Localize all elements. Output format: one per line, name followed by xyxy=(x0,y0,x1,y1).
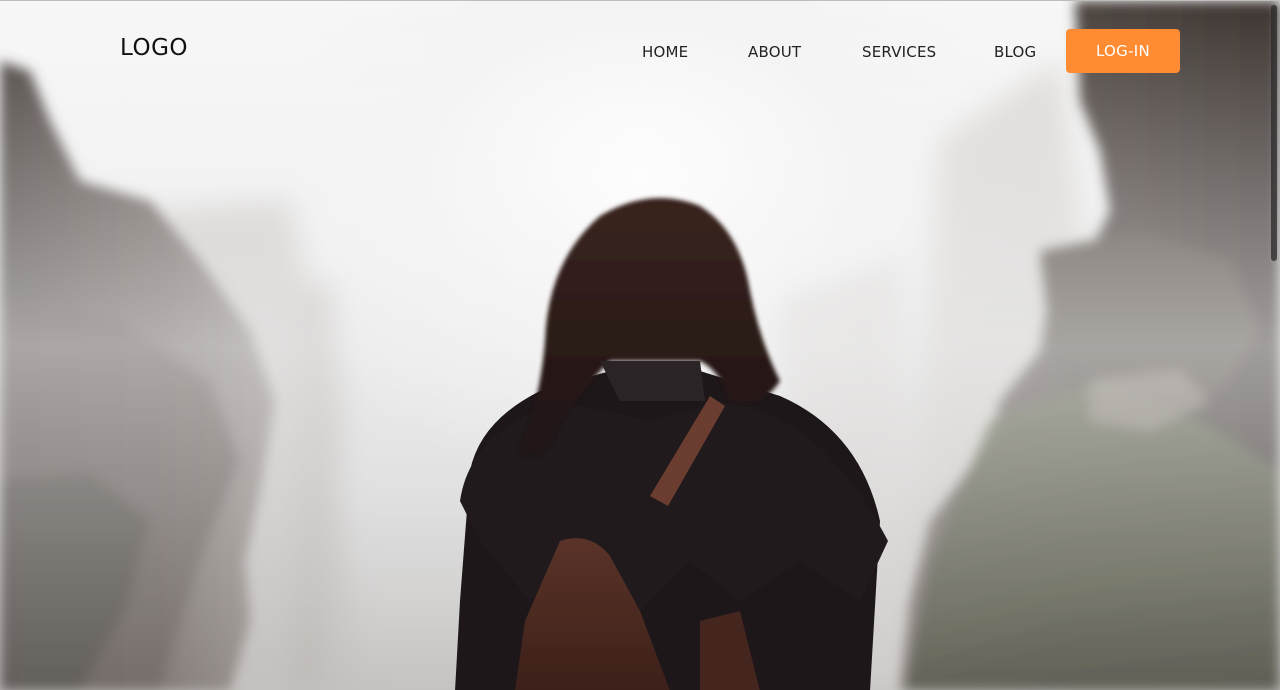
login-button[interactable]: LOG-IN xyxy=(1066,29,1180,73)
logo[interactable]: LOGO xyxy=(120,35,188,61)
nav-link-home[interactable]: HOME xyxy=(642,43,688,61)
nav-link-about[interactable]: ABOUT xyxy=(748,43,801,61)
scrollbar[interactable] xyxy=(1268,1,1280,690)
nav-link-blog[interactable]: BLOG xyxy=(994,43,1036,61)
hero-photo xyxy=(0,1,1280,690)
top-navbar: LOGO HOME ABOUT SERVICES BLOG LOG-IN xyxy=(0,1,1280,101)
scrollbar-thumb[interactable] xyxy=(1271,5,1277,261)
nav-link-services[interactable]: SERVICES xyxy=(862,43,936,61)
hero-background-image xyxy=(0,1,1280,690)
page: LOGO HOME ABOUT SERVICES BLOG LOG-IN xyxy=(0,0,1280,690)
